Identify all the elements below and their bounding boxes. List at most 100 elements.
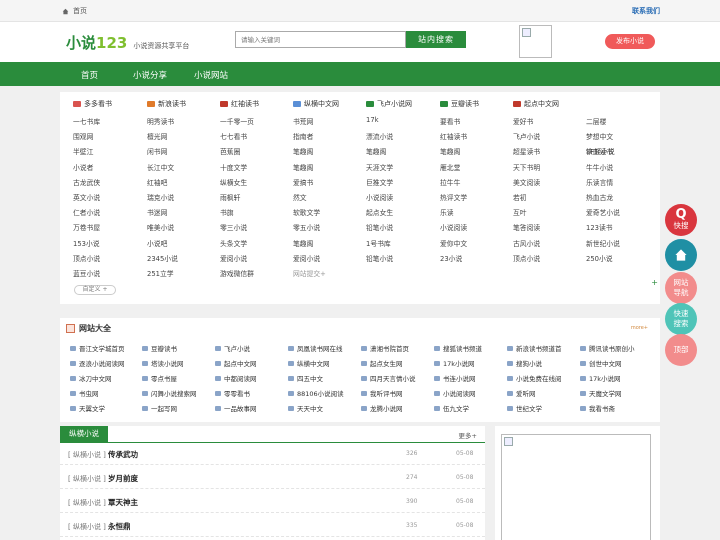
site-link[interactable]: 牛牛小说 [586,162,613,172]
site-link[interactable]: 雨枫轩 [220,192,240,202]
site-link[interactable]: 超星读书 [513,146,540,156]
site-link[interactable]: 巨推文学 [366,177,393,187]
directory-link[interactable]: 小说阅读网 [434,388,476,398]
site-link[interactable]: 万卷书屋 [73,222,100,232]
novel-row[interactable]: [ 纵横小说 ] 覃天神主 390 05-08 [60,490,485,513]
site-link[interactable]: 然文 [293,192,307,202]
site-link[interactable]: 笔趣阁 [366,146,386,156]
site-link[interactable]: 250小说 [586,253,613,263]
site-column-header[interactable]: 豆瓣读书 [440,99,479,109]
fast-search-button[interactable]: 快速搜索 [665,303,697,335]
directory-link[interactable]: 中都阅读网 [215,373,257,383]
site-link[interactable]: 书迷网 [147,207,167,217]
site-logo[interactable]: 小说 123 小说资源共享平台 [66,32,189,53]
quick-search-button[interactable]: Q 快搜 [665,204,697,236]
directory-link[interactable]: 潇湘书院首页 [361,343,409,353]
nav-novel-sites[interactable]: 小说网站 [194,69,228,81]
site-link[interactable]: 拉牛牛 [440,177,460,187]
site-link[interactable]: 笔趣阁 [293,238,313,248]
site-link[interactable]: 爱你中文 [440,238,467,248]
directory-link[interactable]: 17k小说网 [580,373,621,383]
site-link[interactable]: 笔趣阁 [293,146,313,156]
site-link[interactable]: 仁者小说 [73,207,100,217]
site-link[interactable]: 23小说 [440,253,462,263]
site-column-header[interactable]: 纵横中文网 [293,99,339,109]
directory-link[interactable]: 搜狐读书频道 [434,343,482,353]
site-link[interactable]: 红袖读书 [440,131,467,141]
search-input[interactable] [235,31,406,48]
site-link[interactable]: 天涯文学 [366,162,393,172]
directory-link[interactable]: 搜狗小说 [507,358,542,368]
site-link[interactable]: 若初 [513,192,527,202]
site-link[interactable]: 芭蕉圈 [220,146,240,156]
directory-link[interactable]: 逐浪小说阅读网 [70,358,125,368]
directory-link[interactable]: 爱听网 [507,388,536,398]
contact-link[interactable]: 联系我们 [632,6,660,16]
site-link[interactable]: 古龙武侠 [73,177,100,187]
directory-link[interactable]: 腾讯读书原创小 [580,343,635,353]
directory-link[interactable]: 豆瓣读书 [142,343,177,353]
directory-link[interactable]: 世纪文学 [507,403,542,413]
customize-button[interactable]: 自定义 + [74,285,116,295]
directory-link[interactable]: 闪舞小说搜索网 [142,388,197,398]
site-link[interactable]: 头条文学 [220,238,247,248]
tab-zongheng[interactable]: 纵横小说 [60,426,108,442]
site-link[interactable]: 网站提交+ [293,268,326,278]
site-link[interactable]: 美文阅读 [513,177,540,187]
site-link[interactable]: 起点女生 [366,207,393,217]
site-link[interactable]: 爱搞书 [293,177,313,187]
home-link[interactable]: 首页 [62,6,87,16]
directory-more-link[interactable]: more+ [631,325,648,331]
site-column-header[interactable]: 多多看书 [73,99,112,109]
directory-link[interactable]: 伍九文学 [434,403,469,413]
directory-link[interactable]: 我听评书网 [361,388,403,398]
site-link[interactable]: 2345小说 [147,253,178,263]
share-button[interactable] [665,239,697,271]
site-link[interactable]: 零五小说 [293,222,320,232]
nav-home[interactable]: 首页 [81,69,98,81]
directory-link[interactable]: 晋江文学城首页 [70,343,125,353]
directory-link[interactable]: 龙腾小说网 [361,403,403,413]
site-link[interactable]: 顶点小说 [513,253,540,263]
directory-link[interactable]: 冰刀中文网 [70,373,112,383]
directory-link[interactable]: 凤凰读书网在线 [288,343,343,353]
nav-novel-share[interactable]: 小说分享 [133,69,167,81]
site-link[interactable]: 新世纪小说 [586,238,620,248]
novel-row[interactable]: [ 纵横小说 ] 岁月前度 274 05-08 [60,466,485,489]
back-to-top-button[interactable]: 顶部 [665,334,697,366]
directory-link[interactable]: 飞卢小说 [215,343,250,353]
novel-title[interactable]: 覃天神主 [108,497,138,508]
site-link[interactable]: 热评文学 [440,192,467,202]
site-link[interactable]: 书旗 [220,207,234,217]
site-link[interactable]: 古风小说 [513,238,540,248]
site-link[interactable]: 零三小说 [220,222,247,232]
directory-link[interactable]: 一起写网 [142,403,177,413]
site-link[interactable]: 爱奇艺小说 [586,207,620,217]
site-link[interactable]: 游戏微信群 [220,268,254,278]
novel-row[interactable]: [ 纵横小说 ] 传承武功 326 05-08 [60,442,485,465]
directory-link[interactable]: 创世中文网 [580,358,622,368]
site-link[interactable]: 251立学 [147,268,174,278]
site-link[interactable]: 爱阅小说 [293,253,320,263]
site-link[interactable]: 小说吧 [147,238,167,248]
site-column-header[interactable]: 红袖读书 [220,99,259,109]
site-link[interactable]: 铁血读书 [586,146,613,156]
directory-link[interactable]: 塔读小说网 [142,358,184,368]
directory-link[interactable]: 书连小说网 [434,373,476,383]
site-link[interactable]: 乐读言情 [586,177,613,187]
site-column-header[interactable]: 起点中文网 [513,99,559,109]
site-link[interactable]: 指南者 [293,131,313,141]
site-link[interactable]: 顶点小说 [73,253,100,263]
site-link[interactable]: 互叶 [513,207,527,217]
site-link[interactable]: 二层楼 [586,116,606,126]
site-link[interactable]: 爱阅小说 [220,253,247,263]
site-link[interactable]: 要看书 [440,116,460,126]
search-button[interactable]: 站内搜索 [406,31,466,48]
site-link[interactable]: 一七书库 [73,116,100,126]
site-link[interactable]: 漂流小说 [366,131,393,141]
site-link[interactable]: 梦想中文 [586,131,613,141]
site-nav-button[interactable]: 网站导航 [665,272,697,304]
site-link[interactable]: 小说阅读 [440,222,467,232]
site-link[interactable]: 雁北堂 [440,162,460,172]
site-link[interactable]: 一千零一页 [220,116,254,126]
